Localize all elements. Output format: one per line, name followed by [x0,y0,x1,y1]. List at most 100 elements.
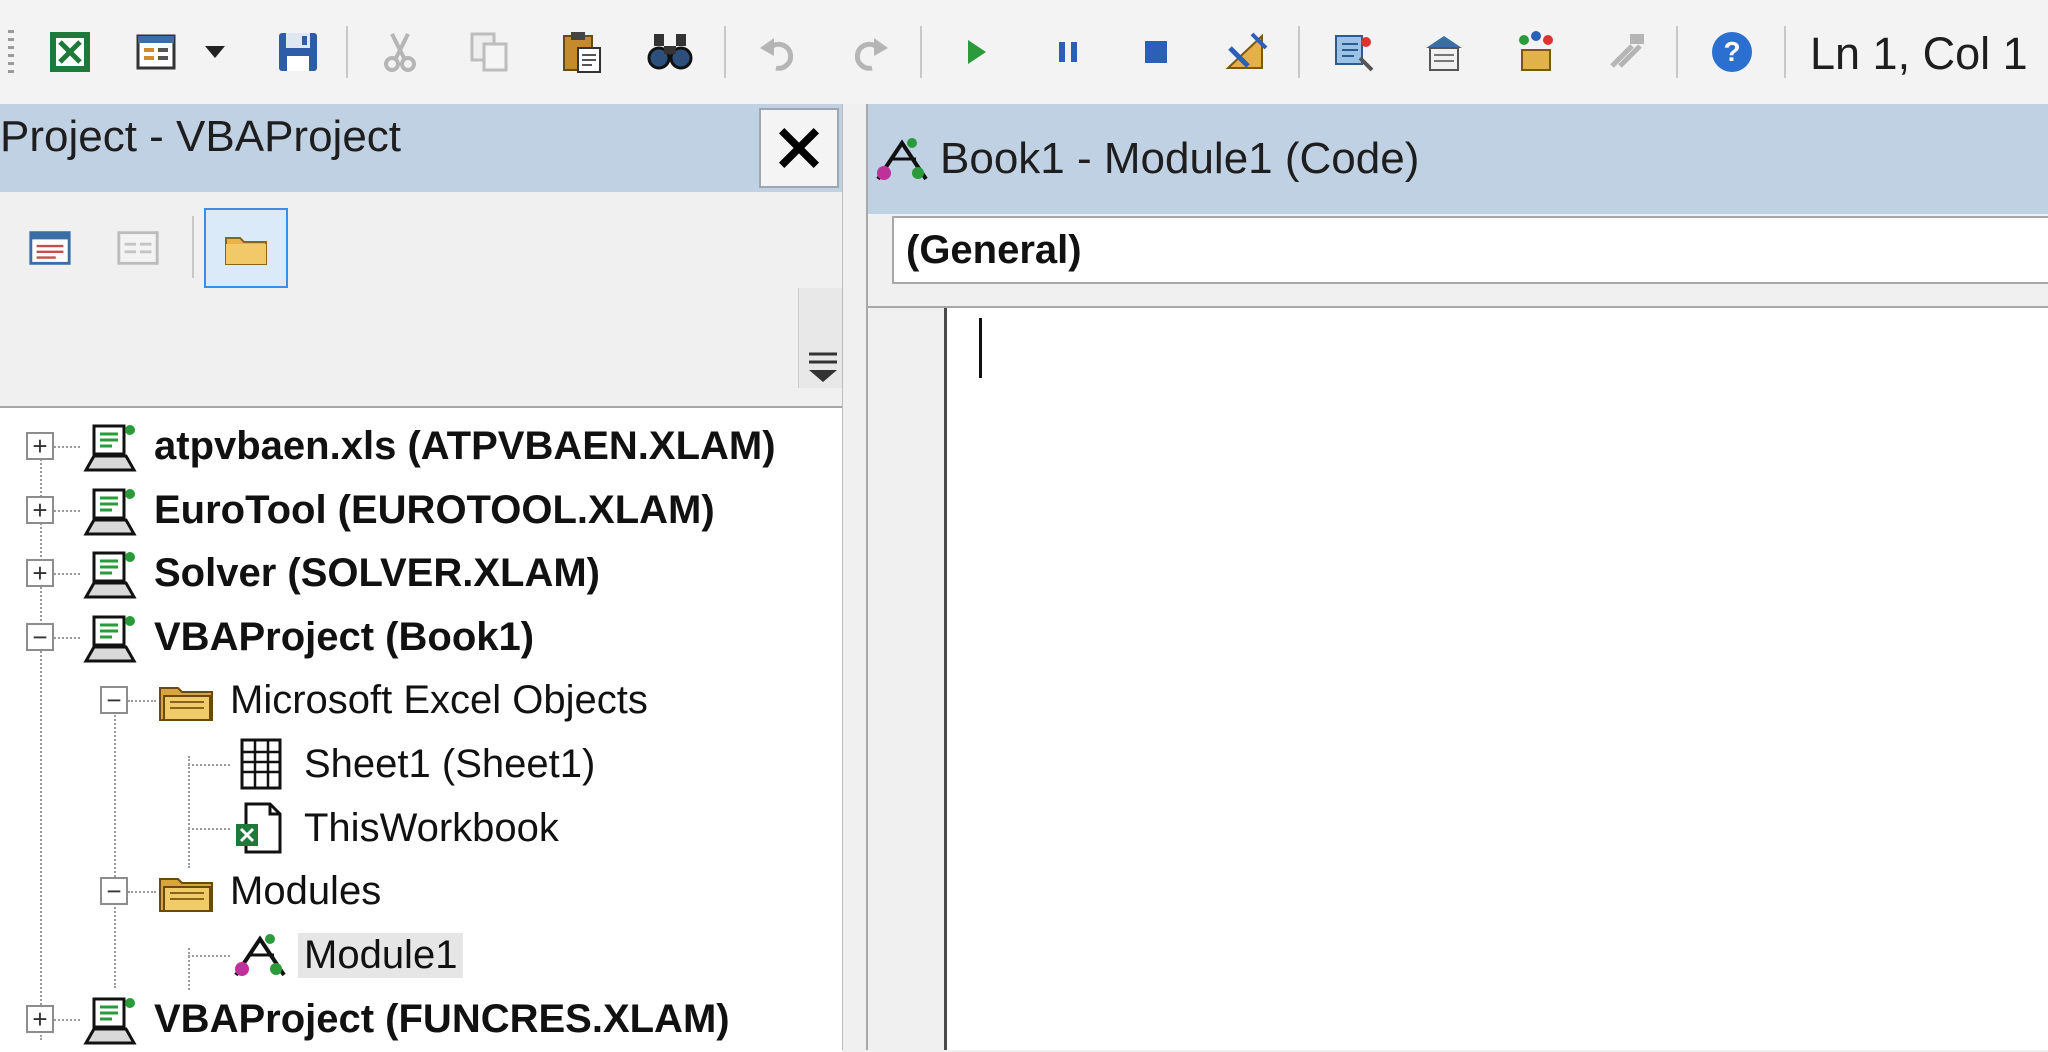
save-icon[interactable] [270,24,326,80]
tree-node-label: EuroTool (EUROTOOL.XLAM) [154,487,715,532]
project-explorer-icon[interactable] [1326,24,1382,80]
break-icon[interactable] [1040,24,1096,80]
view-excel-icon[interactable] [42,24,98,80]
tree-guide-line [128,891,156,893]
toolbar-separator [920,26,922,78]
tree-expander[interactable]: + [26,1005,54,1033]
paste-icon[interactable] [554,24,610,80]
tree-node-label: ThisWorkbook [304,805,559,850]
cursor-position-readout: Ln 1, Col 1 [1796,8,2048,100]
view-code-button[interactable] [8,208,92,288]
code-editor[interactable] [947,308,2048,1050]
worksheet-icon [240,738,282,790]
module-icon [876,138,928,181]
code-window-title-bar[interactable]: Book1 - Module1 (Code) [868,104,2048,214]
tree-expander[interactable]: + [26,559,54,587]
tree-guide-line [188,828,230,830]
folder-icon [159,878,213,912]
cut-icon [372,24,428,80]
code-window-title: Book1 - Module1 (Code) [940,134,1420,183]
module-icon [234,934,286,977]
tree-guide-line [54,446,80,448]
undo-icon [752,24,808,80]
code-window: Book1 - Module1 (Code) (General) [866,104,2048,1050]
vba-project-icon [83,615,137,663]
toolbar-separator [724,26,726,78]
tree-expander[interactable]: + [26,496,54,524]
tree-node-label: VBAProject (FUNCRES.XLAM) [154,996,730,1041]
explorer-toolbar [0,192,850,402]
insert-userform-icon[interactable] [128,24,184,80]
tree-node-label: Microsoft Excel Objects [230,677,648,722]
view-object-button [96,208,180,288]
tree-expander[interactable]: + [26,432,54,460]
explorer-title-bar[interactable]: Project - VBAProject [0,104,850,192]
tree-guide-line [128,700,156,702]
project-explorer-pane: Project - VBAProject + atpvbaen.xls (ATP… [0,104,850,1052]
help-icon[interactable]: ? [1704,24,1760,80]
tree-guide-line [114,708,116,988]
tree-node-modules[interactable]: Modules [156,861,387,921]
vba-project-icon [83,424,137,472]
pane-splitter[interactable] [842,104,866,1050]
tree-guide-line [40,456,42,1040]
tree-expander[interactable]: − [100,877,128,905]
view-object-icon [117,231,159,265]
svg-text:?: ? [1723,36,1740,67]
tree-node-vbaproject-book1[interactable]: VBAProject (Book1) [80,607,540,667]
tree-node-module1[interactable]: Module1 [230,925,464,985]
explorer-scroll-grip[interactable] [798,288,847,388]
tree-node-funcres[interactable]: VBAProject (FUNCRES.XLAM) [80,989,736,1049]
tree-node-label: atpvbaen.xls (ATPVBAEN.XLAM) [154,423,776,468]
reset-icon[interactable] [1128,24,1184,80]
close-icon [778,127,820,169]
folder-icon [159,687,213,721]
tree-expander[interactable]: − [26,623,54,651]
tree-node-label: Solver (SOLVER.XLAM) [154,550,600,595]
run-icon[interactable] [948,24,1004,80]
design-mode-icon[interactable] [1218,24,1274,80]
tree-node-sheet1[interactable]: Sheet1 (Sheet1) [230,734,601,794]
toggle-folders-icon [225,237,267,265]
standard-toolbar: ? Ln 1, Col 1 [0,0,2048,105]
vba-project-icon [83,551,137,599]
workbook-icon [236,802,282,854]
tree-node-eurotool[interactable]: EuroTool (EUROTOOL.XLAM) [80,480,721,540]
toggle-folders-button[interactable] [204,208,288,288]
tree-node-excel-objects[interactable]: Microsoft Excel Objects [156,670,654,730]
toolbar-separator [1676,26,1678,78]
tree-node-thisworkbook[interactable]: ThisWorkbook [230,798,565,858]
tree-node-label: Sheet1 (Sheet1) [304,741,596,786]
project-tree[interactable]: + atpvbaen.xls (ATPVBAEN.XLAM) + EuroToo… [0,406,842,1052]
redo-icon [840,24,896,80]
tree-expander[interactable]: − [100,686,128,714]
toolbox-icon [1598,24,1654,80]
tree-guide-line [54,510,80,512]
view-code-icon [29,231,71,265]
tree-node-atpvbaen[interactable]: atpvbaen.xls (ATPVBAEN.XLAM) [80,416,782,476]
tree-node-label: VBAProject (Book1) [154,614,535,659]
tree-guide-line [188,756,190,868]
vba-project-icon [83,997,137,1045]
object-browser-icon[interactable] [1508,24,1564,80]
object-dropdown[interactable]: (General) [892,216,2048,284]
explorer-close-button[interactable] [759,108,839,188]
tree-guide-line [188,764,230,766]
code-margin-indicator-bar[interactable] [868,308,947,1050]
tree-node-solver[interactable]: Solver (SOLVER.XLAM) [80,543,606,603]
toolbar-separator [346,26,348,78]
vba-project-icon [83,488,137,536]
properties-window-icon[interactable] [1416,24,1472,80]
dropdown-arrow-icon[interactable] [200,24,230,80]
tree-guide-line [54,573,80,575]
tree-node-label: Modules [230,868,382,913]
tree-guide-line [188,955,230,957]
tree-guide-line [54,1019,80,1021]
copy-icon [462,24,518,80]
text-caret [979,318,982,378]
find-icon[interactable] [642,24,698,80]
toolbar-separator [1784,26,1786,78]
tree-node-label: Module1 [298,932,464,978]
toolbar-separator [1298,26,1300,78]
toolbar-grip[interactable] [8,30,14,76]
